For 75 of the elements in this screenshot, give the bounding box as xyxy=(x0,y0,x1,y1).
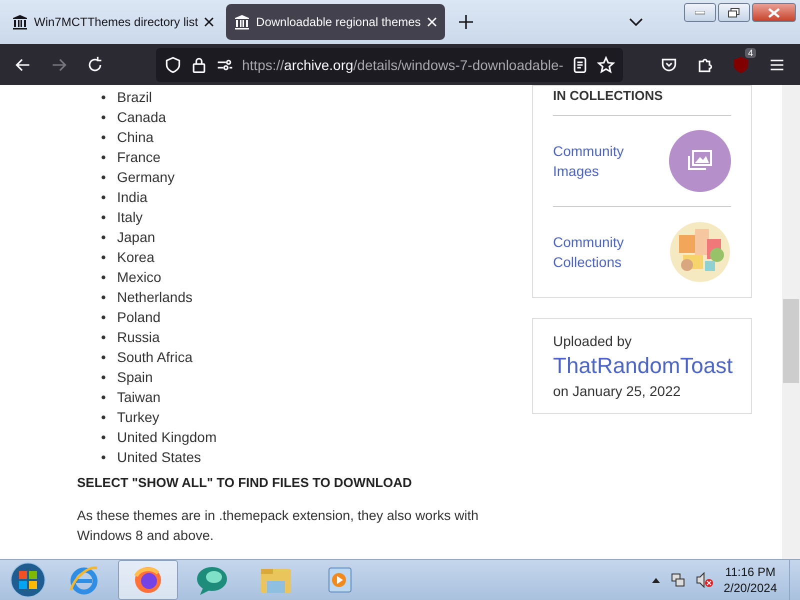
bullet: • xyxy=(101,148,107,167)
close-icon[interactable] xyxy=(204,17,214,27)
bullet: • xyxy=(101,188,107,207)
bullet: • xyxy=(101,208,107,227)
collection-link[interactable]: Community Images xyxy=(553,141,633,181)
country-item: Brazil xyxy=(117,88,152,107)
star-icon[interactable] xyxy=(597,56,616,74)
collections-heading: IN COLLECTIONS xyxy=(553,86,731,116)
bullet: • xyxy=(101,128,107,147)
restore-icon xyxy=(728,8,740,18)
country-item: Korea xyxy=(117,248,154,267)
bullet: • xyxy=(101,328,107,347)
museum-icon xyxy=(234,14,250,30)
download-heading: SELECT "SHOW ALL" TO FIND FILES TO DOWNLOAD xyxy=(77,475,413,490)
scrollbar[interactable] xyxy=(782,85,800,559)
country-item: South Africa xyxy=(117,348,192,367)
speech-bubble-icon[interactable] xyxy=(195,564,229,596)
country-item: Taiwan xyxy=(117,388,161,407)
picture-circle-icon[interactable] xyxy=(669,130,731,192)
country-item: Japan xyxy=(117,228,156,247)
lock-icon[interactable] xyxy=(190,56,208,74)
restore-button[interactable] xyxy=(718,3,750,22)
country-item: Germany xyxy=(117,168,175,187)
country-item: Poland xyxy=(117,308,161,327)
fox-globe-icon[interactable] xyxy=(132,564,164,596)
country-item: France xyxy=(117,148,161,167)
bullet: • xyxy=(101,348,107,367)
country-item: Italy xyxy=(117,208,143,227)
collage-circle-icon[interactable] xyxy=(669,221,731,283)
shield-icon[interactable] xyxy=(164,56,182,74)
reload-icon[interactable] xyxy=(86,56,104,74)
close-icon xyxy=(768,8,780,18)
country-item: Netherlands xyxy=(117,288,192,307)
bullet: • xyxy=(101,288,107,307)
bullet: • xyxy=(101,268,107,287)
extension-badge: 4 xyxy=(744,48,756,58)
network-icon[interactable] xyxy=(670,572,686,588)
country-item: Russia xyxy=(117,328,160,347)
minimize-icon xyxy=(695,10,705,14)
scroll-thumb[interactable] xyxy=(783,299,799,383)
country-item: United States xyxy=(117,448,202,467)
country-item: United Kingdom xyxy=(117,428,217,447)
bullet: • xyxy=(101,368,107,387)
collection-link[interactable]: Community Collections xyxy=(553,232,633,272)
upload-date: on January 25, 2022 xyxy=(553,383,681,399)
country-item: Turkey xyxy=(117,408,160,427)
uploaded-label: Uploaded by xyxy=(553,333,632,349)
uploader-link[interactable]: ThatRandomToast xyxy=(553,351,731,381)
chevron-up-icon[interactable] xyxy=(652,577,660,583)
country-item: Mexico xyxy=(117,268,162,287)
country-item: India xyxy=(117,188,148,207)
bullet: • xyxy=(101,168,107,187)
muted-speaker-icon[interactable] xyxy=(696,572,714,588)
clock[interactable]: 11:16 PM 2/20/2024 xyxy=(724,564,777,596)
bullet: • xyxy=(101,228,107,247)
chevron-down-icon[interactable] xyxy=(628,18,643,26)
country-item: China xyxy=(117,128,154,147)
plus-icon[interactable] xyxy=(458,15,473,29)
country-item: Canada xyxy=(117,108,166,127)
bullet: • xyxy=(101,388,107,407)
close-window-button[interactable] xyxy=(752,3,796,22)
country-item: Spain xyxy=(117,368,153,387)
browser-tab[interactable]: Win7MCTThemes directory list xyxy=(4,4,222,40)
taskbar-app[interactable] xyxy=(118,560,178,600)
bullet: • xyxy=(101,428,107,447)
museum-icon xyxy=(12,14,28,30)
bullet: • xyxy=(101,248,107,267)
bullet: • xyxy=(101,408,107,427)
note-text: As these themes are in .themepack extension, they also works with Windows 8 and above. xyxy=(77,507,480,545)
bullet: • xyxy=(101,88,107,107)
bullet: • xyxy=(101,108,107,127)
minimize-button[interactable] xyxy=(684,3,716,22)
bullet: • xyxy=(101,308,107,327)
browser-tab[interactable]: Downloadable regional themes xyxy=(226,4,445,40)
bullet: • xyxy=(101,448,107,467)
